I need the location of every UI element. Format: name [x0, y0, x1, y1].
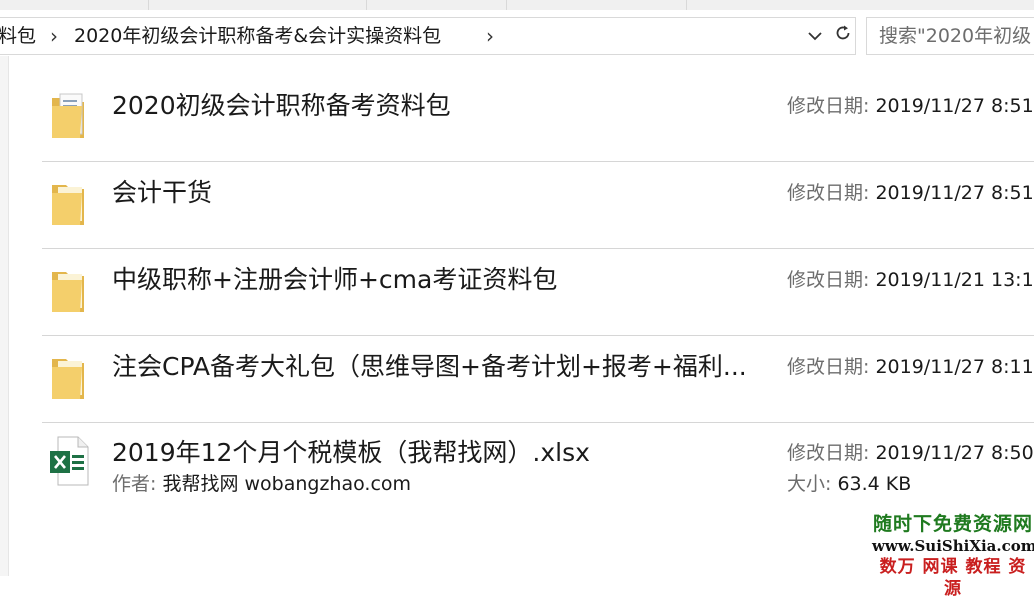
folder-with-documents-icon: [48, 90, 92, 142]
tab-segment[interactable]: [0, 0, 149, 10]
watermark-line: 随时下免费资源网: [872, 513, 1033, 535]
address-bar[interactable]: 料包 › 2020年初级会计职称备考&会计实操资料包 ›: [0, 17, 856, 55]
watermark-line: 数万 网课 教程 资源: [879, 557, 1027, 599]
modified-date-value: 2019/11/27 8:11: [875, 356, 1034, 378]
file-name[interactable]: 中级职称+注册会计师+cma考证资料包: [112, 262, 557, 298]
size-info: 大小: 63.4 KB: [787, 469, 911, 499]
folder-icon: [48, 177, 92, 229]
breadcrumb-item[interactable]: 料包: [0, 18, 36, 54]
row-divider: [42, 335, 1034, 336]
file-name[interactable]: 会计干货: [112, 175, 212, 211]
file-row[interactable]: 2019年12个月个税模板（我帮找网）.xlsx 修改日期: 2019/11/2…: [42, 435, 1034, 505]
watermark-url: www.SuiShiXia.com: [872, 537, 1034, 555]
author-value: 我帮找网 wobangzhao.com: [162, 473, 412, 495]
chevron-down-icon[interactable]: [800, 18, 830, 54]
modified-date: 修改日期: 2019/11/27 8:51: [787, 88, 1034, 124]
row-divider: [42, 248, 1034, 249]
size-value: 63.4 KB: [837, 473, 912, 495]
tab-strip: [0, 0, 1034, 10]
breadcrumb-item[interactable]: 2020年初级会计职称备考&会计实操资料包: [74, 18, 441, 54]
row-divider: [42, 422, 1034, 423]
file-name[interactable]: 2019年12个月个税模板（我帮找网）.xlsx: [112, 435, 590, 471]
folder-icon: [48, 264, 92, 316]
author-label: 作者:: [112, 473, 157, 495]
modified-date-label: 修改日期:: [787, 356, 870, 378]
modified-date: 修改日期: 2019/11/27 8:11: [787, 349, 1034, 385]
tab-segment[interactable]: [506, 0, 687, 10]
site-watermark: 随时下免费资源网 www.SuiShiXia.com 数万 网课 教程 资源: [872, 512, 1034, 600]
tab-segment[interactable]: [148, 0, 367, 10]
chevron-right-icon[interactable]: ›: [486, 18, 494, 54]
modified-date-label: 修改日期:: [787, 182, 870, 204]
refresh-icon[interactable]: [830, 18, 856, 54]
author-info: 作者: 我帮找网 wobangzhao.com: [112, 469, 411, 499]
row-divider: [42, 161, 1034, 162]
modified-date-value: 2019/11/21 13:1: [875, 269, 1034, 291]
modified-date-label: 修改日期:: [787, 269, 870, 291]
modified-date-label: 修改日期:: [787, 95, 870, 117]
file-name[interactable]: 注会CPA备考大礼包（思维导图+备考计划+报考+福利...: [112, 349, 747, 385]
search-placeholder: 搜索"2020年初级: [879, 25, 1032, 47]
modified-date-value: 2019/11/27 8:51: [875, 182, 1034, 204]
chevron-right-icon[interactable]: ›: [50, 18, 58, 54]
modified-date-label: 修改日期:: [787, 442, 870, 464]
modified-date: 修改日期: 2019/11/27 8:50: [787, 435, 1034, 471]
folder-icon: [48, 351, 92, 403]
file-name[interactable]: 2020初级会计职称备考资料包: [112, 88, 451, 124]
size-label: 大小:: [787, 473, 832, 495]
modified-date-value: 2019/11/27 8:50: [875, 442, 1034, 464]
excel-file-icon: [48, 435, 92, 487]
tab-segment[interactable]: [366, 0, 507, 10]
modified-date: 修改日期: 2019/11/27 8:51: [787, 175, 1034, 211]
modified-date-value: 2019/11/27 8:51: [875, 95, 1034, 117]
modified-date: 修改日期: 2019/11/21 13:1: [787, 262, 1034, 298]
navigation-pane-edge: [0, 56, 9, 576]
search-input[interactable]: 搜索"2020年初级: [866, 17, 1034, 55]
